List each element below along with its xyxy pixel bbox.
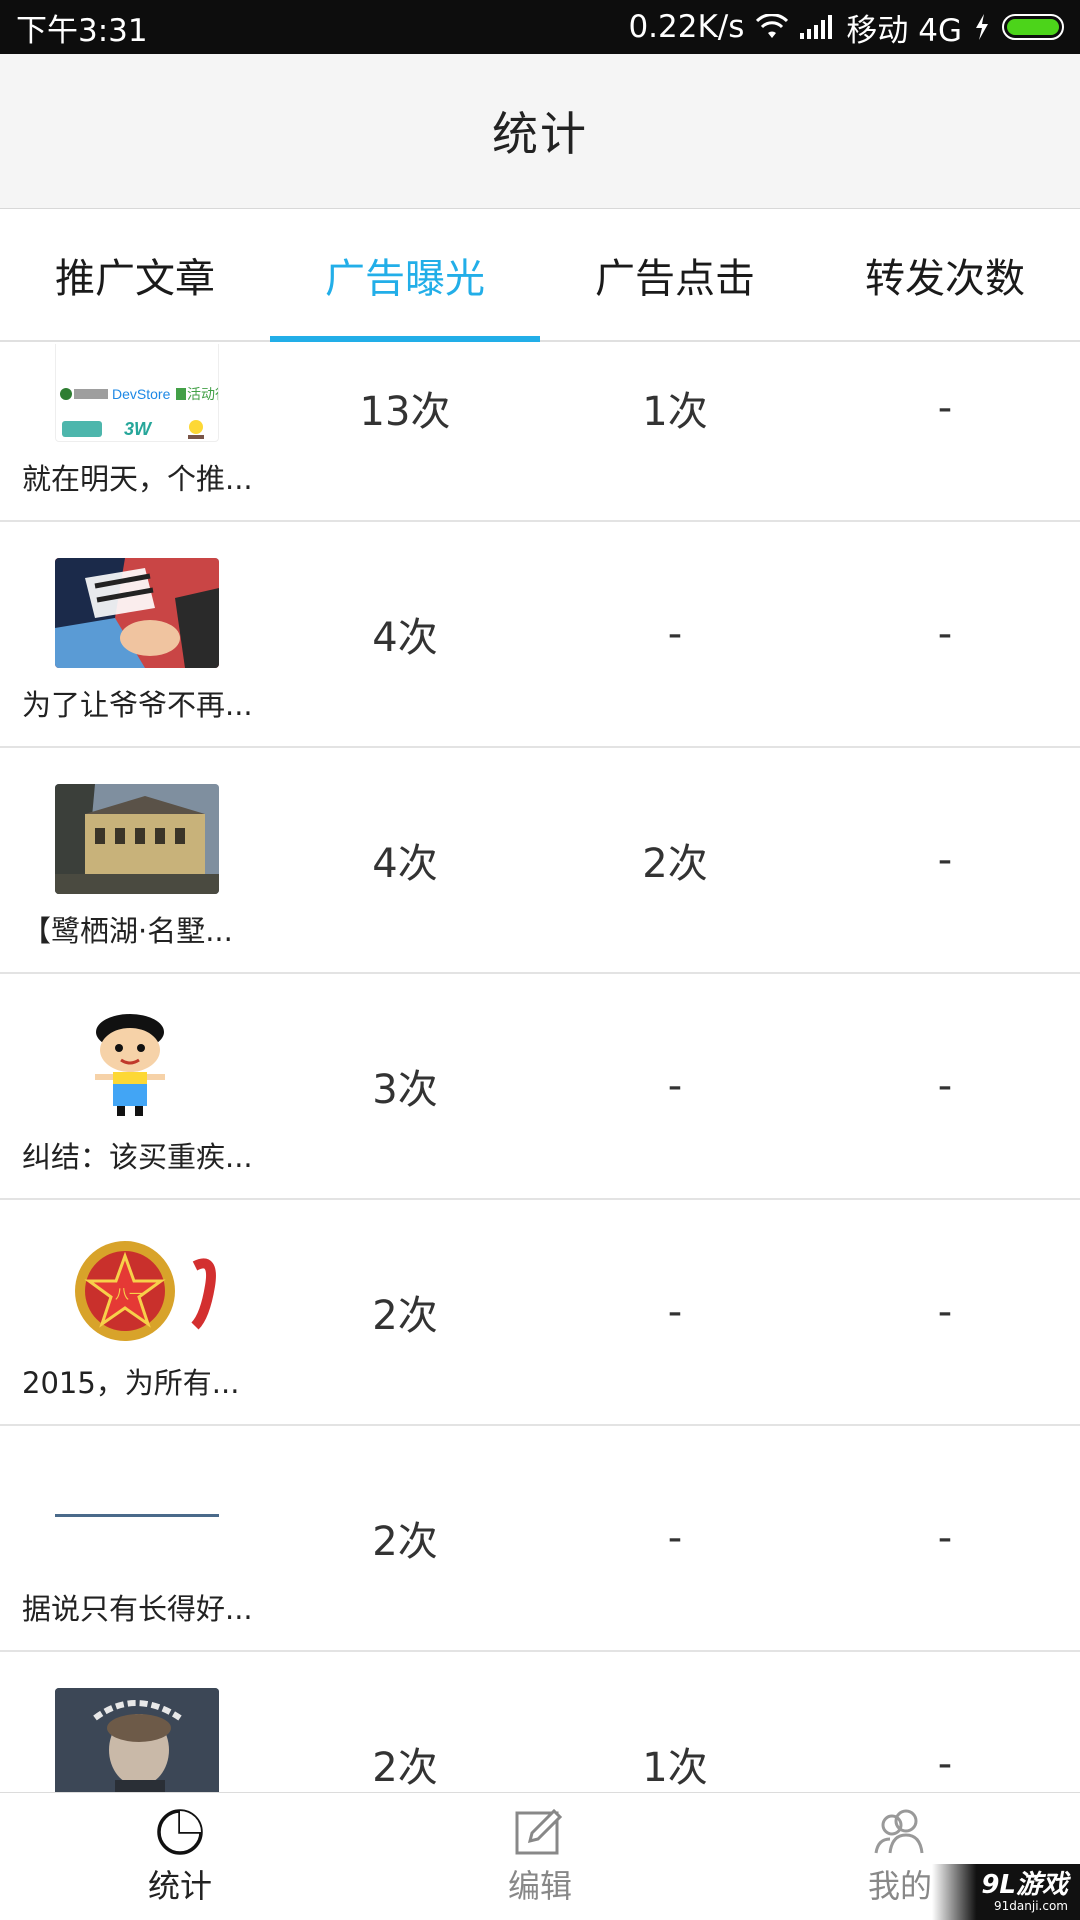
article-title: 【鹭栖湖·名墅...: [22, 914, 233, 948]
list-item[interactable]: 2次 1次 -: [0, 1652, 1080, 1792]
exposure-count: 3次: [372, 1067, 438, 1113]
article-cell: DevStore 活动行 3W 就在明天，个推...: [0, 344, 270, 520]
click-count: -: [667, 1063, 683, 1109]
article-thumbnail: 八一: [55, 1236, 219, 1346]
article-cell: [0, 1652, 270, 1792]
article-title: 据说只有长得好...: [22, 1592, 253, 1626]
article-thumbnail: [55, 1462, 219, 1572]
article-cell: 【鹭栖湖·名墅...: [0, 748, 270, 972]
exposure-count: 4次: [372, 841, 438, 887]
list-item[interactable]: 纠结：该买重疾... 3次 - -: [0, 974, 1080, 1200]
share-count: -: [937, 1289, 953, 1335]
watermark-main: 9L游戏: [981, 1870, 1068, 1900]
devstore-logo-text: DevStore: [112, 386, 171, 402]
share-count: -: [937, 385, 953, 431]
title-bar: 统计: [0, 54, 1080, 209]
article-cell: 纠结：该买重疾...: [0, 974, 270, 1198]
list-item[interactable]: DevStore 活动行 3W 就在明天，个推... 13次 1次 -: [0, 344, 1080, 522]
status-bar: 下午3:31 0.22K/s 移动 4G: [0, 0, 1080, 54]
exposure-count: 13次: [359, 389, 451, 435]
nav-edit-label: 编辑: [507, 1866, 572, 1905]
list-item[interactable]: 据说只有长得好... 2次 - -: [0, 1426, 1080, 1652]
article-title: 2015，为所有...: [22, 1366, 240, 1400]
article-thumbnail: [55, 784, 219, 894]
tab-share-count[interactable]: 转发次数: [810, 210, 1080, 340]
click-count: 2次: [642, 841, 708, 887]
click-count: -: [667, 1289, 683, 1335]
network-speed: 0.22K/s: [628, 9, 745, 45]
article-cell: 据说只有长得好...: [0, 1426, 270, 1650]
watermark-sub: 91danji.com: [994, 1899, 1068, 1913]
share-count: -: [937, 611, 953, 657]
battery-icon: [1002, 14, 1064, 40]
signal-icon: [800, 15, 834, 39]
tab-bar: 推广文章 广告曝光 广告点击 转发次数: [0, 210, 1080, 342]
article-title: 纠结：该买重疾...: [22, 1140, 253, 1174]
emblem-text: 八一: [115, 1287, 143, 1303]
list-item[interactable]: 为了让爷爷不再... 4次 - -: [0, 522, 1080, 748]
article-thumbnail: [55, 558, 219, 668]
article-title: 为了让爷爷不再...: [22, 688, 253, 722]
list-item[interactable]: 八一 2015，为所有... 2次 - -: [0, 1200, 1080, 1426]
share-count: -: [937, 1063, 953, 1109]
list-item[interactable]: 【鹭栖湖·名墅... 4次 2次 -: [0, 748, 1080, 974]
share-count: -: [937, 1741, 953, 1787]
page-title: 统计: [492, 107, 588, 161]
edit-icon: [514, 1807, 566, 1857]
nav-edit[interactable]: 编辑: [360, 1793, 720, 1920]
activity-logo-text: 活动行: [187, 387, 219, 403]
share-count: -: [937, 837, 953, 883]
nav-me-label: 我的: [867, 1866, 932, 1905]
carrier-label: 移动 4G: [846, 12, 962, 49]
nav-stats[interactable]: 统计: [0, 1793, 360, 1920]
stats-list[interactable]: DevStore 活动行 3W 就在明天，个推... 13次 1次 -: [0, 344, 1080, 1792]
w3-logo-text: 3W: [124, 419, 153, 439]
article-thumbnail: [55, 1010, 219, 1120]
click-count: 1次: [642, 1745, 708, 1791]
article-thumbnail: DevStore 活动行 3W: [55, 344, 219, 442]
charging-icon: [974, 14, 990, 40]
exposure-count: 2次: [372, 1519, 438, 1565]
exposure-count: 2次: [372, 1745, 438, 1791]
article-title: 就在明天，个推...: [22, 462, 253, 496]
users-icon: [872, 1807, 928, 1857]
article-cell: 八一 2015，为所有...: [0, 1200, 270, 1424]
pie-chart-icon: [155, 1807, 205, 1857]
tab-ad-clicks[interactable]: 广告点击: [540, 210, 810, 340]
click-count: -: [667, 1515, 683, 1561]
tab-promoted-articles[interactable]: 推广文章: [0, 210, 270, 340]
share-count: -: [937, 1515, 953, 1561]
status-time: 下午3:31: [16, 12, 148, 49]
click-count: -: [667, 611, 683, 657]
exposure-count: 4次: [372, 615, 438, 661]
status-right: 0.22K/s 移动 4G: [628, 5, 1064, 50]
wifi-icon: [756, 14, 789, 40]
article-thumbnail: [55, 1688, 219, 1792]
article-cell: 为了让爷爷不再...: [0, 522, 270, 746]
watermark: 9L游戏 91danji.com: [932, 1864, 1080, 1920]
exposure-count: 2次: [372, 1293, 438, 1339]
tab-ad-exposure[interactable]: 广告曝光: [270, 210, 540, 342]
click-count: 1次: [642, 389, 708, 435]
nav-stats-label: 统计: [147, 1866, 212, 1905]
bottom-nav: 统计 编辑 我的: [0, 1792, 1080, 1920]
